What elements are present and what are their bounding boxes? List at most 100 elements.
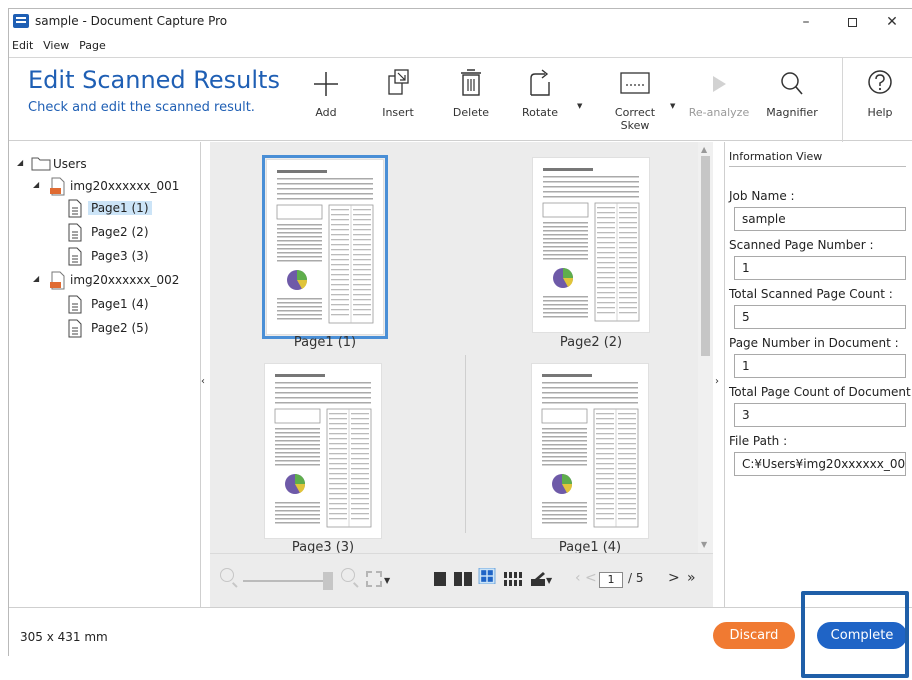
prev-page-button[interactable]: < bbox=[585, 570, 597, 586]
add-button[interactable]: Add bbox=[295, 64, 357, 119]
ribbon-separator bbox=[842, 58, 843, 142]
edit-dropdown-icon[interactable]: ▼ bbox=[546, 576, 552, 585]
last-page-button[interactable]: » bbox=[687, 570, 696, 586]
job-name-label: Job Name : bbox=[729, 189, 795, 203]
status-bar: 305 x 431 mm Discard Complete bbox=[9, 607, 912, 657]
page-icon bbox=[68, 319, 82, 338]
delete-label: Delete bbox=[452, 106, 490, 119]
right-splitter[interactable]: › bbox=[713, 142, 725, 607]
scroll-up-icon[interactable]: ▲ bbox=[701, 145, 707, 154]
tree-document-label: img20xxxxxx_002 bbox=[70, 273, 180, 287]
magnifier-icon bbox=[781, 72, 803, 95]
total-page-count-doc-field[interactable]: 3 bbox=[734, 403, 906, 427]
app-window: sample - Document Capture Pro – ✕ Edit V… bbox=[8, 8, 912, 656]
title-bar: sample - Document Capture Pro – ✕ bbox=[9, 9, 912, 35]
menu-view[interactable]: View bbox=[40, 37, 72, 52]
correct-skew-label-1: Correct bbox=[614, 106, 656, 119]
menu-page[interactable]: Page bbox=[76, 37, 109, 52]
two-page-view-icon[interactable] bbox=[453, 571, 473, 587]
page-preview-image bbox=[542, 168, 640, 322]
document-tree: ◢ Users ◢ img20xxxxxx_001 Page1 (1) Page… bbox=[9, 142, 200, 607]
thumbnail-caption: Page1 (4) bbox=[558, 540, 622, 553]
collapse-right-icon[interactable]: › bbox=[715, 376, 719, 387]
scanned-page-number-field[interactable]: 1 bbox=[734, 256, 906, 280]
correct-skew-dropdown-icon[interactable]: ▼ bbox=[670, 102, 675, 110]
single-page-view-icon[interactable] bbox=[432, 571, 448, 587]
rotate-button[interactable]: Rotate bbox=[509, 64, 571, 119]
page-thumbnail[interactable] bbox=[262, 155, 388, 339]
collapse-left-icon[interactable]: ‹ bbox=[201, 376, 205, 387]
tree-page-label: Page2 (5) bbox=[91, 321, 149, 335]
page-icon bbox=[68, 247, 82, 266]
thumbnail-caption: Page3 (3) bbox=[291, 540, 355, 553]
menu-bar: Edit View Page bbox=[9, 37, 109, 57]
fit-page-icon[interactable] bbox=[366, 571, 382, 587]
thumbnail-caption: Page2 (2) bbox=[559, 335, 623, 350]
page-icon bbox=[68, 295, 82, 314]
thumbnail-divider bbox=[465, 355, 466, 533]
multi-page-view-icon[interactable] bbox=[504, 571, 522, 587]
maximize-button[interactable] bbox=[837, 11, 867, 33]
scanned-page-number-label: Scanned Page Number : bbox=[729, 238, 874, 252]
insert-label: Insert bbox=[382, 106, 414, 119]
zoom-out-icon[interactable] bbox=[220, 568, 234, 582]
magnifier-button[interactable]: Magnifier bbox=[761, 64, 823, 119]
page-thumbnail[interactable] bbox=[265, 364, 381, 538]
correct-skew-button[interactable]: Correct Skew bbox=[604, 64, 666, 132]
job-name-field[interactable]: sample bbox=[734, 207, 906, 231]
page-preview-image bbox=[274, 374, 372, 528]
page-number-in-doc-field[interactable]: 1 bbox=[734, 354, 906, 378]
insert-button[interactable]: Insert bbox=[367, 64, 429, 119]
zoom-slider[interactable] bbox=[243, 580, 325, 582]
reanalyze-button[interactable]: Re-analyze bbox=[688, 64, 750, 119]
total-page-count-doc-label: Total Page Count of Document : bbox=[729, 385, 912, 399]
page-thumbnail[interactable] bbox=[533, 158, 649, 332]
info-view-title: Information View bbox=[729, 150, 906, 167]
ribbon-toolbar: Edit Scanned Results Check and edit the … bbox=[9, 57, 912, 142]
tree-page-label: Page3 (3) bbox=[91, 249, 149, 263]
collapse-icon[interactable]: ◢ bbox=[33, 180, 39, 189]
page-number-in-doc-label: Page Number in Document : bbox=[729, 336, 899, 350]
menu-edit[interactable]: Edit bbox=[9, 37, 36, 52]
rotate-label: Rotate bbox=[521, 106, 558, 119]
pdf-file-icon bbox=[50, 271, 65, 290]
scroll-down-icon[interactable]: ▼ bbox=[701, 540, 707, 549]
left-splitter[interactable]: ‹ bbox=[200, 142, 210, 607]
four-page-view-icon[interactable] bbox=[476, 568, 498, 584]
window-title: sample - Document Capture Pro bbox=[35, 14, 228, 28]
thumbnail-area: Page1 (1) Page2 (2) Page3 (3) Page1 (4) bbox=[210, 142, 698, 553]
collapse-icon[interactable]: ◢ bbox=[17, 158, 23, 167]
file-path-label: File Path : bbox=[729, 434, 788, 448]
page-thumbnail[interactable] bbox=[532, 364, 648, 538]
zoom-in-icon[interactable] bbox=[341, 568, 355, 582]
collapse-icon[interactable]: ◢ bbox=[33, 274, 39, 283]
next-page-button[interactable]: > bbox=[668, 570, 680, 586]
close-button[interactable]: ✕ bbox=[877, 11, 907, 33]
file-path-field[interactable]: C:¥Users¥img20xxxxxx_001 bbox=[734, 452, 906, 476]
skew-icon bbox=[620, 72, 650, 94]
first-page-icon[interactable]: ‹ bbox=[575, 570, 581, 586]
edit-page-icon[interactable] bbox=[530, 571, 546, 587]
zoom-slider-handle[interactable] bbox=[323, 572, 333, 590]
thumbnail-scrollbar[interactable]: ▲ ▼ bbox=[698, 142, 713, 553]
play-icon bbox=[713, 76, 726, 92]
page-number-input[interactable]: 1 bbox=[599, 572, 623, 588]
total-scanned-count-label: Total Scanned Page Count : bbox=[729, 287, 893, 301]
pdf-file-icon bbox=[50, 177, 65, 196]
tree-page-label: Page2 (2) bbox=[91, 225, 149, 239]
complete-highlight-box bbox=[801, 591, 909, 678]
thumbnail-caption: Page1 (1) bbox=[293, 335, 357, 350]
scrollbar-thumb[interactable] bbox=[701, 156, 710, 356]
discard-button[interactable]: Discard bbox=[713, 622, 795, 649]
page-title: Edit Scanned Results bbox=[28, 66, 280, 94]
page-icon bbox=[68, 199, 82, 218]
total-scanned-count-field[interactable]: 5 bbox=[734, 305, 906, 329]
fit-dropdown-icon[interactable]: ▼ bbox=[384, 576, 390, 585]
tree-page-label: Page1 (4) bbox=[91, 297, 149, 311]
delete-button[interactable]: Delete bbox=[440, 64, 502, 119]
help-button[interactable]: Help bbox=[849, 64, 911, 119]
folder-icon bbox=[31, 157, 51, 171]
correct-skew-label-2: Skew bbox=[620, 119, 650, 132]
rotate-dropdown-icon[interactable]: ▼ bbox=[577, 102, 582, 110]
minimize-button[interactable]: – bbox=[791, 11, 821, 33]
